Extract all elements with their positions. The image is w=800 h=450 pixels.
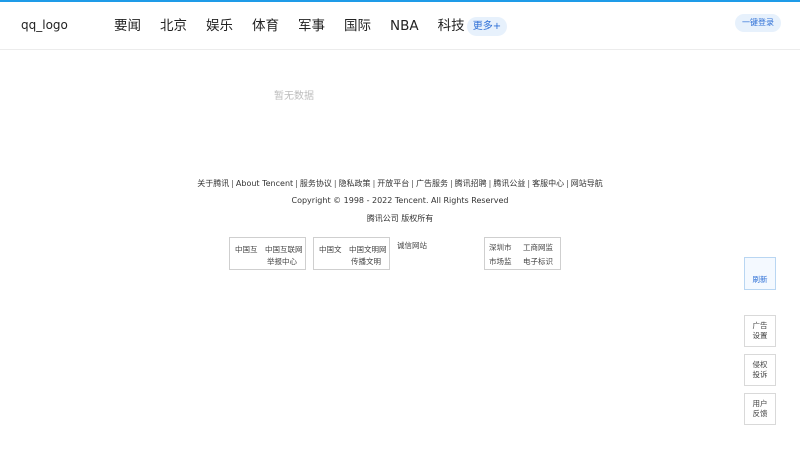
footer-links: 关于腾讯 | About Tencent | 服务协议 | 隐私政策 | 开放平台 | 广告服务 | 腾… [0, 178, 800, 189]
empty-state-text: 暂无数据 [274, 91, 314, 102]
market-supervision-badge[interactable]: 深圳市 市场监 工商网监 电子标识 [484, 237, 561, 270]
badge-text: 中国互 [235, 245, 258, 254]
ad-settings-label-2: 设置 [752, 331, 768, 340]
report-label-1: 侵权 [752, 360, 768, 369]
footer-separator: | [295, 179, 298, 188]
footer-link-charity[interactable]: 腾讯公益 [493, 179, 525, 188]
footer-separator: | [566, 179, 569, 188]
top-header: qq_logo 要闻 北京 娱乐 体育 军事 国际 NBA 科技 更多+ 一键登… [0, 2, 800, 50]
nav-item-yaowen[interactable]: 要闻 [114, 16, 141, 36]
badge-text: 电子标识 [523, 257, 553, 266]
qq-logo[interactable]: qq_logo [21, 18, 68, 32]
badge-text: 举报中心 [267, 257, 297, 266]
badge-text: 深圳市 [489, 243, 512, 252]
nav-item-junshi[interactable]: 军事 [298, 16, 325, 36]
refresh-label: 刷新 [752, 275, 768, 284]
footer-link-support[interactable]: 客服中心 [532, 179, 564, 188]
feedback-label-1: 用户 [752, 399, 768, 408]
footer-separator: | [488, 179, 492, 188]
feedback-label-2: 反馈 [752, 409, 768, 418]
more-button[interactable]: 更多+ [467, 17, 507, 36]
refresh-button[interactable]: 刷新 [744, 257, 776, 290]
footer-link-about[interactable]: 关于腾讯 [197, 179, 229, 188]
nav-item-yule[interactable]: 娱乐 [206, 16, 233, 36]
nav-item-beijing[interactable]: 北京 [160, 16, 187, 36]
footer-link-careers[interactable]: 腾讯招聘 [455, 179, 487, 188]
ad-settings-button[interactable]: 广告 设置 [744, 315, 776, 347]
report-label-2: 投诉 [752, 370, 768, 379]
infringement-report-button[interactable]: 侵权 投诉 [744, 354, 776, 386]
footer-link-privacy[interactable]: 隐私政策 [339, 179, 371, 188]
nav-item-keji[interactable]: 科技 [438, 16, 465, 36]
badge-text: 传播文明 [351, 257, 381, 266]
footer-separator: | [449, 179, 453, 188]
rights-text: 腾讯公司 版权所有 [366, 214, 434, 223]
main-nav: 要闻 北京 娱乐 体育 军事 国际 NBA 科技 [114, 16, 484, 36]
footer-link-open-platform[interactable]: 开放平台 [377, 179, 409, 188]
footer-link-ads[interactable]: 广告服务 [416, 179, 448, 188]
footer-separator: | [231, 179, 234, 188]
footer-link-about-en[interactable]: About Tencent [236, 179, 293, 188]
footer-separator: | [411, 179, 414, 188]
copyright-text: Copyright © 1998 - 2022 Tencent. All Rig… [291, 196, 509, 205]
badge-text: 中国文 [319, 245, 342, 254]
nav-item-guoji[interactable]: 国际 [344, 16, 371, 36]
ad-settings-label-1: 广告 [752, 321, 768, 330]
civilization-badge[interactable]: 中国文 中国文明网 传播文明 [313, 237, 390, 270]
footer-link-sitemap[interactable]: 网站导航 [571, 179, 603, 188]
internet-report-badge[interactable]: 中国互 中国互联网 举报中心 [229, 237, 306, 270]
trust-site-badge[interactable]: 诚信网站 [397, 240, 427, 251]
badge-text: 市场监 [489, 257, 512, 266]
footer-separator: | [527, 179, 531, 188]
nav-item-tiyu[interactable]: 体育 [252, 16, 279, 36]
badge-text: 工商网监 [523, 243, 553, 252]
user-feedback-button[interactable]: 用户 反馈 [744, 393, 776, 425]
footer-separator: | [372, 179, 376, 188]
footer-link-terms[interactable]: 服务协议 [300, 179, 332, 188]
one-click-login-button[interactable]: 一键登录 [735, 14, 781, 32]
nav-item-nba[interactable]: NBA [390, 16, 419, 36]
footer-separator: | [333, 179, 337, 188]
